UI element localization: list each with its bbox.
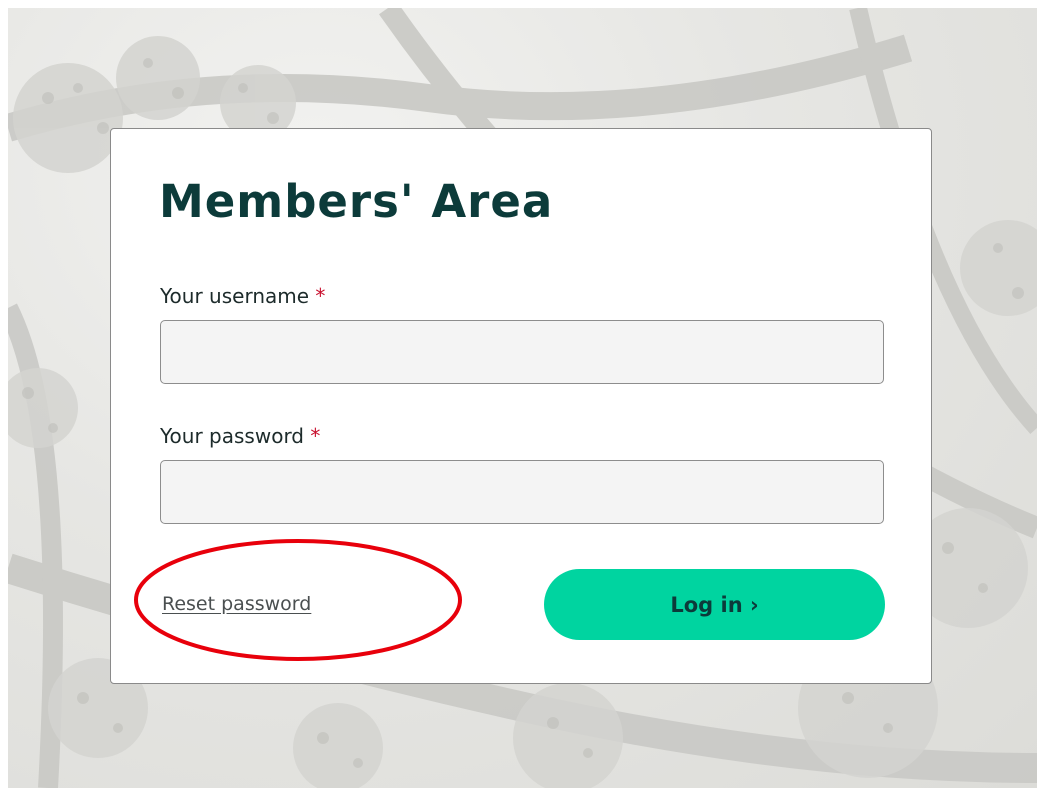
reset-password-link[interactable]: Reset password: [162, 593, 311, 615]
page-title: Members' Area: [159, 175, 554, 228]
login-button[interactable]: Log in ›: [544, 569, 885, 640]
password-input[interactable]: [160, 460, 884, 524]
password-label: Your password *: [160, 424, 320, 448]
username-input[interactable]: [160, 320, 884, 384]
login-card: Members' Area Your username * Your passw…: [110, 128, 932, 684]
username-label: Your username *: [160, 284, 325, 308]
required-marker: *: [315, 284, 326, 308]
password-label-text: Your password: [160, 424, 305, 448]
username-label-text: Your username: [160, 284, 310, 308]
required-marker: *: [310, 424, 321, 448]
